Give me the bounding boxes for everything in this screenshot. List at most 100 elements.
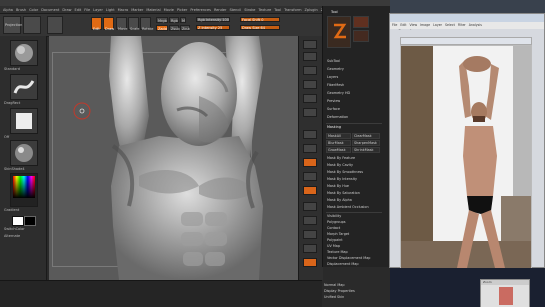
menu-movie[interactable]: Movie xyxy=(164,6,174,13)
subtool-thumb-1[interactable] xyxy=(353,16,369,28)
spix-button[interactable] xyxy=(303,52,317,61)
mask-all-button[interactable]: MaskAll xyxy=(326,133,351,139)
menu-tool[interactable]: Tool xyxy=(274,6,281,13)
focal-shift-slider[interactable]: Focal Shift 0 xyxy=(240,17,280,22)
current-tool-thumbnail[interactable] xyxy=(327,16,351,48)
persp-button[interactable] xyxy=(303,130,317,139)
photo-menu-select[interactable]: Select xyxy=(445,22,455,29)
projection-master-button[interactable]: Projection xyxy=(3,16,22,34)
scroll-button[interactable] xyxy=(303,66,317,75)
menu-picker[interactable]: Picker xyxy=(177,6,187,13)
contact-item[interactable]: Contact xyxy=(327,226,340,230)
sculpt-model[interactable] xyxy=(49,36,298,280)
menu-edit[interactable]: Edit xyxy=(75,6,82,13)
z-intensity-slider[interactable]: Z Intensity 25 xyxy=(196,25,230,30)
photo-document-tab[interactable]: IMG_2298.JPG @ 16.7% xyxy=(400,37,532,54)
subtool-thumb-2[interactable] xyxy=(353,30,369,42)
scale-mode-button[interactable]: Scale xyxy=(128,17,139,31)
menu-draw[interactable]: Draw xyxy=(62,6,71,13)
menu-document[interactable]: Document xyxy=(41,6,59,13)
menu-brush[interactable]: Brush xyxy=(16,6,26,13)
polypaint-item[interactable]: Polypaint xyxy=(327,238,343,242)
photo-menu-filter[interactable]: Filter xyxy=(458,22,466,29)
scale-view-button[interactable] xyxy=(303,230,317,239)
mask-by-hue-button[interactable]: Mask By Hue xyxy=(327,184,349,188)
quick-sketch-button[interactable] xyxy=(47,16,63,34)
mask-by-smoothness-button[interactable]: Mask By Smoothness xyxy=(327,170,363,174)
bpr-button[interactable] xyxy=(303,40,317,49)
move-view-button[interactable] xyxy=(303,216,317,225)
menu-texture[interactable]: Texture xyxy=(258,6,271,13)
draw-mode-button[interactable]: Draw xyxy=(103,17,114,31)
main-color-swatch[interactable] xyxy=(12,216,24,226)
zcut-toggle[interactable]: Zcut xyxy=(180,25,190,31)
zadd-toggle[interactable]: Zadd xyxy=(156,25,168,31)
menu-marker[interactable]: Marker xyxy=(131,6,143,13)
alternate-label[interactable]: Alternate xyxy=(4,234,20,238)
rotate-mode-button[interactable]: Rotate xyxy=(140,17,153,31)
blur-mask-button[interactable]: BlurMask xyxy=(326,140,351,146)
rgb-intensity-slider[interactable]: Rgb Intensity 100 xyxy=(196,17,230,22)
tool-palette-header[interactable]: Tool xyxy=(331,10,338,14)
move-mode-button[interactable]: Move xyxy=(116,17,127,31)
visibility-item[interactable]: Visibility xyxy=(327,214,341,218)
unified-skin-item[interactable]: Unified Skin xyxy=(324,295,344,299)
zsub-toggle[interactable]: Zsub xyxy=(169,25,180,31)
local-button[interactable] xyxy=(303,158,317,167)
floor-button[interactable] xyxy=(303,144,317,153)
actual-button[interactable] xyxy=(303,94,317,103)
preview-item[interactable]: Preview xyxy=(327,99,340,103)
deformation-item[interactable]: Deformation xyxy=(327,115,348,119)
aahalf-button[interactable] xyxy=(303,108,317,117)
displacement-map-item[interactable]: Displacement Map xyxy=(327,262,359,266)
menu-alpha[interactable]: Alpha xyxy=(3,6,13,13)
photo-menu-image[interactable]: Image xyxy=(420,22,430,29)
normal-map-item[interactable]: Normal Map xyxy=(324,283,345,287)
menu-material[interactable]: Material xyxy=(146,6,160,13)
photo-menu-analysis[interactable]: Analysis xyxy=(469,22,482,29)
display-properties-item[interactable]: Display Properties xyxy=(324,289,355,293)
color-picker[interactable] xyxy=(10,173,38,207)
rotate-view-button[interactable] xyxy=(303,244,317,253)
brush-selector[interactable] xyxy=(10,40,38,66)
menu-render[interactable]: Render xyxy=(214,6,226,13)
mask-by-saturation-button[interactable]: Mask By Saturation xyxy=(327,191,360,195)
mask-by-alpha-button[interactable]: Mask By Alpha xyxy=(327,198,352,202)
mask-by-feature-button[interactable]: Mask By Feature xyxy=(327,156,355,160)
m-toggle[interactable]: M xyxy=(180,17,186,23)
polygroups-item[interactable]: Polygroups xyxy=(327,220,346,224)
lsym-button[interactable] xyxy=(303,172,317,181)
photo-menu-edit[interactable]: Edit xyxy=(400,22,406,29)
texture-map-item[interactable]: Texture Map xyxy=(327,250,348,254)
photo-menu-file[interactable]: File xyxy=(392,22,397,29)
lightbox-button[interactable] xyxy=(23,16,41,34)
photo-menu-layer[interactable]: Layer xyxy=(433,22,442,29)
menu-layer[interactable]: Layer xyxy=(93,6,103,13)
material-selector[interactable] xyxy=(10,140,38,166)
document-canvas[interactable] xyxy=(49,36,298,280)
rgb-toggle[interactable]: Rgb xyxy=(169,17,179,23)
menu-stroke[interactable]: Stroke xyxy=(244,6,255,13)
polyf-button[interactable] xyxy=(303,258,317,267)
mask-by-cavity-button[interactable]: Mask By Cavity xyxy=(327,163,353,167)
xyz-button[interactable] xyxy=(303,186,317,195)
zoom-thumbnail-window[interactable]: Zoom xyxy=(480,279,530,307)
menu-transform[interactable]: Transform xyxy=(284,6,301,13)
menu-macro[interactable]: Macro xyxy=(118,6,129,13)
menu-zplugin[interactable]: Zplugin xyxy=(304,6,317,13)
frame-button[interactable] xyxy=(303,202,317,211)
secondary-color-swatch[interactable] xyxy=(24,216,36,226)
menu-stencil[interactable]: Stencil xyxy=(229,6,241,13)
switch-color-label[interactable]: SwitchColor xyxy=(4,227,25,231)
edit-mode-button[interactable]: Edit xyxy=(91,17,102,31)
draw-size-slider[interactable]: Draw Size 64 xyxy=(240,25,280,30)
clear-mask-button[interactable]: ClearMask xyxy=(352,133,380,139)
mask-by-intensity-button[interactable]: Mask By Intensity xyxy=(327,177,357,181)
mrgb-toggle[interactable]: Mrgb xyxy=(156,17,168,23)
menu-light[interactable]: Light xyxy=(106,6,115,13)
alpha-selector[interactable] xyxy=(10,108,38,134)
sharpen-mask-button[interactable]: SharpenMask xyxy=(352,140,380,146)
menu-preferences[interactable]: Preferences xyxy=(190,6,211,13)
photo-menu-view[interactable]: View xyxy=(410,22,418,29)
surface-item[interactable]: Surface xyxy=(327,107,340,111)
